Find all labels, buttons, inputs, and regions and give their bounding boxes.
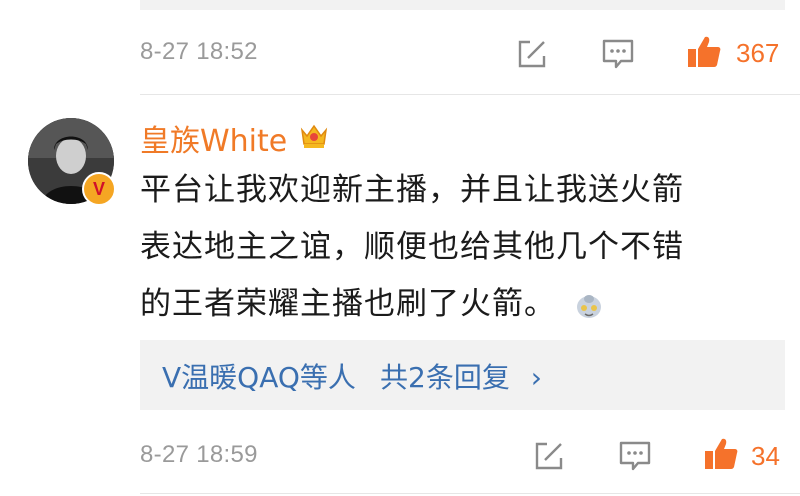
thumbs-up-icon[interactable]	[703, 436, 739, 472]
like-count: 34	[751, 441, 780, 471]
thumbs-up-icon[interactable]	[686, 34, 722, 70]
edit-icon[interactable]	[516, 38, 548, 70]
comment-text: 平台让我欢迎新主播，并且让我送火箭 表达地主之谊，顺便也给其他几个不错 的王者荣…	[140, 162, 790, 333]
comment-timestamp: 8-27 18:59	[140, 441, 258, 468]
reply-users-link[interactable]: V温暖QAQ等人	[162, 356, 356, 396]
emoji-icon	[575, 292, 603, 320]
chevron-right-icon: ›	[530, 361, 542, 394]
edit-icon[interactable]	[533, 440, 565, 472]
divider	[140, 493, 800, 494]
previous-timestamp: 8-27 18:52	[140, 38, 258, 65]
like-count: 367	[736, 38, 780, 68]
comment-line: 平台让我欢迎新主播，并且让我送火箭	[140, 172, 684, 208]
comment-icon[interactable]	[618, 440, 652, 472]
username[interactable]: 皇族White	[140, 116, 287, 160]
reply-count-label: 共2条回复	[380, 361, 510, 394]
previous-reply-box	[140, 0, 785, 10]
comment-line: 表达地主之谊，顺便也给其他几个不错	[140, 229, 684, 265]
reply-count-link[interactable]: 共2条回复 ›	[380, 356, 542, 396]
comment-icon[interactable]	[601, 38, 635, 70]
crown-icon	[298, 118, 330, 150]
comment-line: 的王者荣耀主播也刷了火箭。	[140, 286, 556, 322]
verified-badge: V	[82, 172, 116, 206]
divider	[140, 94, 800, 95]
